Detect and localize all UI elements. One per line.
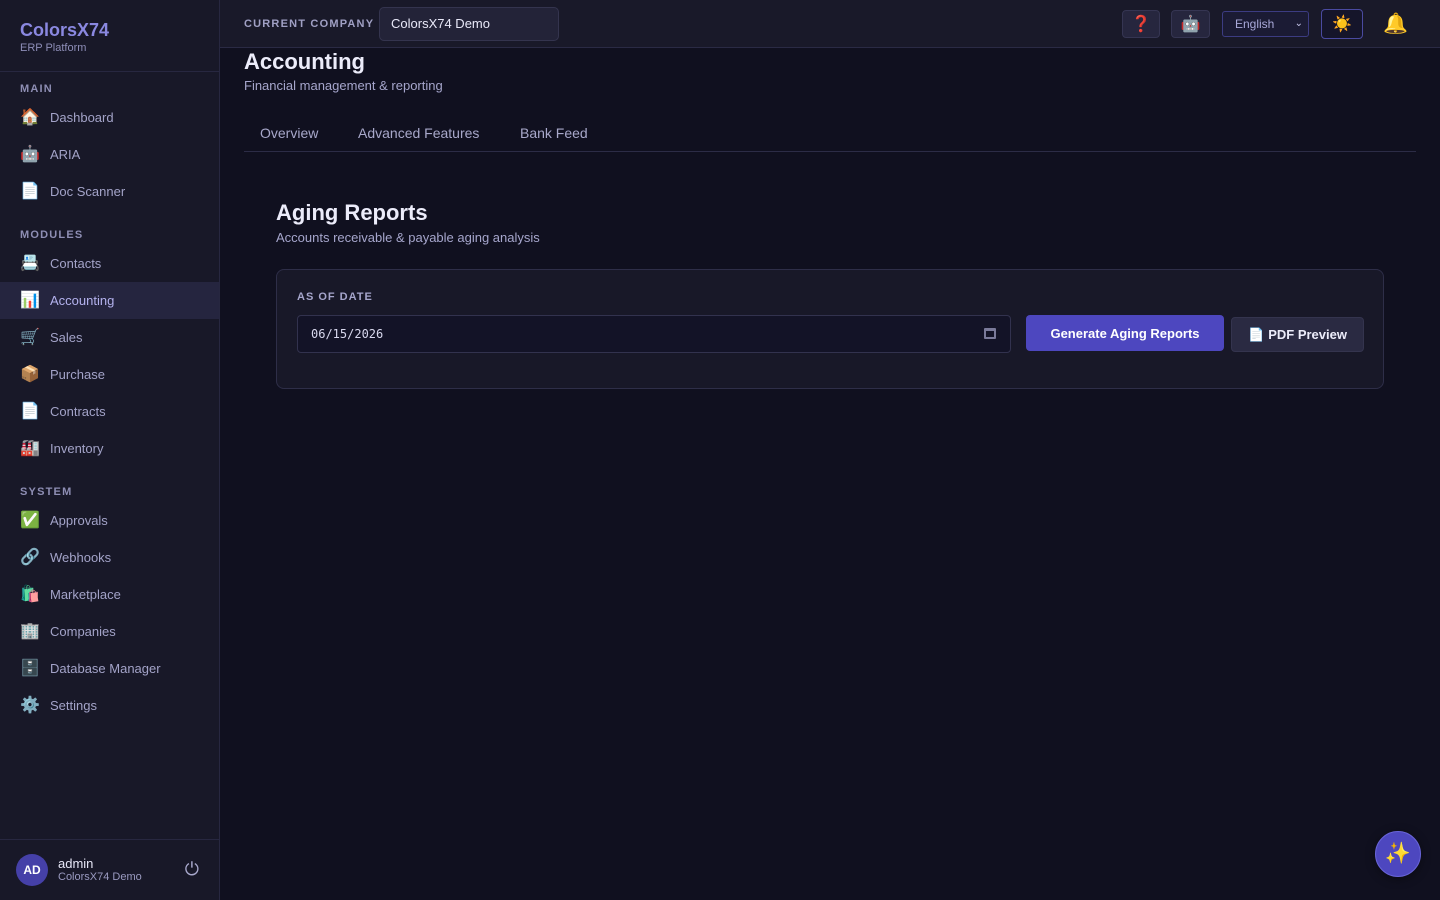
as-of-date-label: AS OF DATE [297, 291, 373, 303]
sidebar-section-modules: MODULES [20, 229, 84, 241]
brand: ColorsX74 ERP Platform [0, 0, 219, 72]
sidebar-item-aria[interactable]: 🤖 ARIA [0, 136, 219, 173]
pdf-preview-label: PDF Preview [1268, 327, 1347, 342]
sidebar-item-marketplace[interactable]: 🛍️ Marketplace [0, 576, 219, 613]
file-cabinet-icon: 🗄️ [20, 659, 40, 677]
sidebar-section-main: MAIN [20, 83, 53, 95]
sidebar-item-webhooks[interactable]: 🔗 Webhooks [0, 539, 219, 576]
sidebar-item-sales[interactable]: 🛒 Sales [0, 319, 219, 356]
package-icon: 📦 [20, 365, 40, 383]
section-title: Aging Reports [276, 200, 428, 225]
robot-icon: 🤖 [1180, 16, 1201, 33]
language-select[interactable]: English ⌄ [1222, 11, 1309, 37]
sidebar-item-purchase[interactable]: 📦 Purchase [0, 356, 219, 393]
sidebar-item-label: Companies [50, 624, 116, 639]
tab-bar: Overview Advanced Features Bank Feed [244, 115, 1416, 152]
sidebar-item-label: Accounting [50, 293, 115, 308]
document-icon: 📄 [1248, 326, 1265, 342]
sun-icon: ☀️ [1332, 16, 1352, 33]
sidebar-item-inventory[interactable]: 🏭 Inventory [0, 430, 219, 467]
ai-assistant-fab[interactable]: ✨ [1375, 831, 1421, 877]
ai-assistant-button[interactable]: 🤖 [1171, 10, 1210, 38]
document-icon: 📄 [20, 402, 40, 420]
sidebar-item-label: Marketplace [50, 587, 121, 602]
help-button[interactable]: ❓ [1122, 10, 1160, 38]
avatar: AD [16, 854, 48, 886]
user-company: ColorsX74 Demo [58, 870, 142, 883]
sidebar-item-contacts[interactable]: 📇 Contacts [0, 245, 219, 282]
page-subtitle: Financial management & reporting [244, 78, 443, 93]
house-icon: 🏠 [20, 108, 40, 126]
company-selector[interactable]: ColorsX74 Demo [379, 7, 559, 41]
sidebar-item-settings[interactable]: ⚙️ Settings [0, 687, 219, 724]
brand-subtitle: ERP Platform [20, 42, 87, 54]
question-mark-icon: ❓ [1131, 16, 1151, 33]
document-icon: 📄 [20, 182, 40, 200]
sidebar-item-label: Database Manager [50, 661, 161, 676]
sidebar-item-label: Approvals [50, 513, 108, 528]
calendar-icon[interactable] [984, 328, 996, 339]
sidebar-item-label: Contacts [50, 256, 102, 271]
link-icon: 🔗 [20, 548, 40, 566]
brand-name: ColorsX74 [20, 20, 110, 40]
contact-card-icon: 📇 [20, 254, 40, 272]
sidebar-item-label: Inventory [50, 441, 104, 456]
date-value: 06/15/2026 [311, 327, 384, 341]
app-root: ColorsX74 ERP Platform MAIN 🏠 Dashboard … [0, 0, 1440, 900]
bar-chart-icon: 📊 [20, 291, 40, 309]
shopping-cart-icon: 🛒 [20, 328, 40, 346]
sidebar-item-label: Purchase [50, 367, 105, 382]
sidebar-item-label: Doc Scanner [50, 184, 126, 199]
sidebar-item-label: Dashboard [50, 110, 114, 125]
sidebar-item-approvals[interactable]: ✅ Approvals [0, 502, 219, 539]
tab-advanced-features[interactable]: Advanced Features [358, 125, 479, 141]
tab-bank-feed[interactable]: Bank Feed [520, 125, 588, 141]
section-subtitle: Accounts receivable & payable aging anal… [276, 230, 540, 245]
topbar: CURRENT COMPANY ColorsX74 Demo ❓ 🤖 Engli… [220, 0, 1440, 48]
sidebar-section-system: SYSTEM [20, 486, 73, 498]
sidebar-item-label: Contracts [50, 404, 106, 419]
sidebar: ColorsX74 ERP Platform MAIN 🏠 Dashboard … [0, 0, 220, 900]
office-building-icon: 🏢 [20, 622, 40, 640]
sidebar-item-accounting[interactable]: 📊 Accounting [0, 282, 219, 319]
sidebar-item-label: ARIA [50, 147, 81, 162]
user-info: admin ColorsX74 Demo [58, 855, 142, 884]
factory-icon: 🏭 [20, 439, 40, 457]
as-of-date-input[interactable]: 06/15/2026 [297, 315, 1011, 353]
sidebar-item-companies[interactable]: 🏢 Companies [0, 613, 219, 650]
user-panel: AD admin ColorsX74 Demo ⏻ [0, 839, 219, 900]
sidebar-item-label: Settings [50, 698, 97, 713]
sidebar-item-dashboard[interactable]: 🏠 Dashboard [0, 99, 219, 136]
power-icon[interactable]: ⏻ [185, 859, 199, 880]
sidebar-item-label: Webhooks [50, 550, 112, 565]
robot-icon: 🤖 [20, 145, 40, 163]
sidebar-item-contracts[interactable]: 📄 Contracts [0, 393, 219, 430]
sidebar-item-label: Sales [50, 330, 83, 345]
current-company-label: CURRENT COMPANY [244, 18, 375, 30]
theme-toggle-button[interactable]: ☀️ [1321, 9, 1363, 39]
sidebar-item-doc-scanner[interactable]: 📄 Doc Scanner [0, 173, 219, 210]
sidebar-item-database-manager[interactable]: 🗄️ Database Manager [0, 650, 219, 687]
chevron-down-icon: ⌄ [1294, 18, 1303, 29]
aging-report-form: AS OF DATE 06/15/2026 Generate Aging Rep… [276, 269, 1384, 389]
generate-aging-reports-button[interactable]: Generate Aging Reports [1026, 315, 1224, 351]
language-value: English [1235, 17, 1275, 31]
check-mark-icon: ✅ [20, 511, 40, 529]
sparkles-icon: ✨ [1384, 842, 1412, 865]
shopping-bags-icon: 🛍️ [20, 585, 40, 603]
gear-icon: ⚙️ [20, 696, 40, 714]
bell-icon[interactable]: 🔔 [1383, 11, 1408, 36]
page-title: Accounting [244, 49, 365, 74]
pdf-preview-button[interactable]: 📄 PDF Preview [1231, 317, 1364, 352]
user-name: admin [58, 855, 94, 871]
tab-overview[interactable]: Overview [260, 125, 318, 141]
